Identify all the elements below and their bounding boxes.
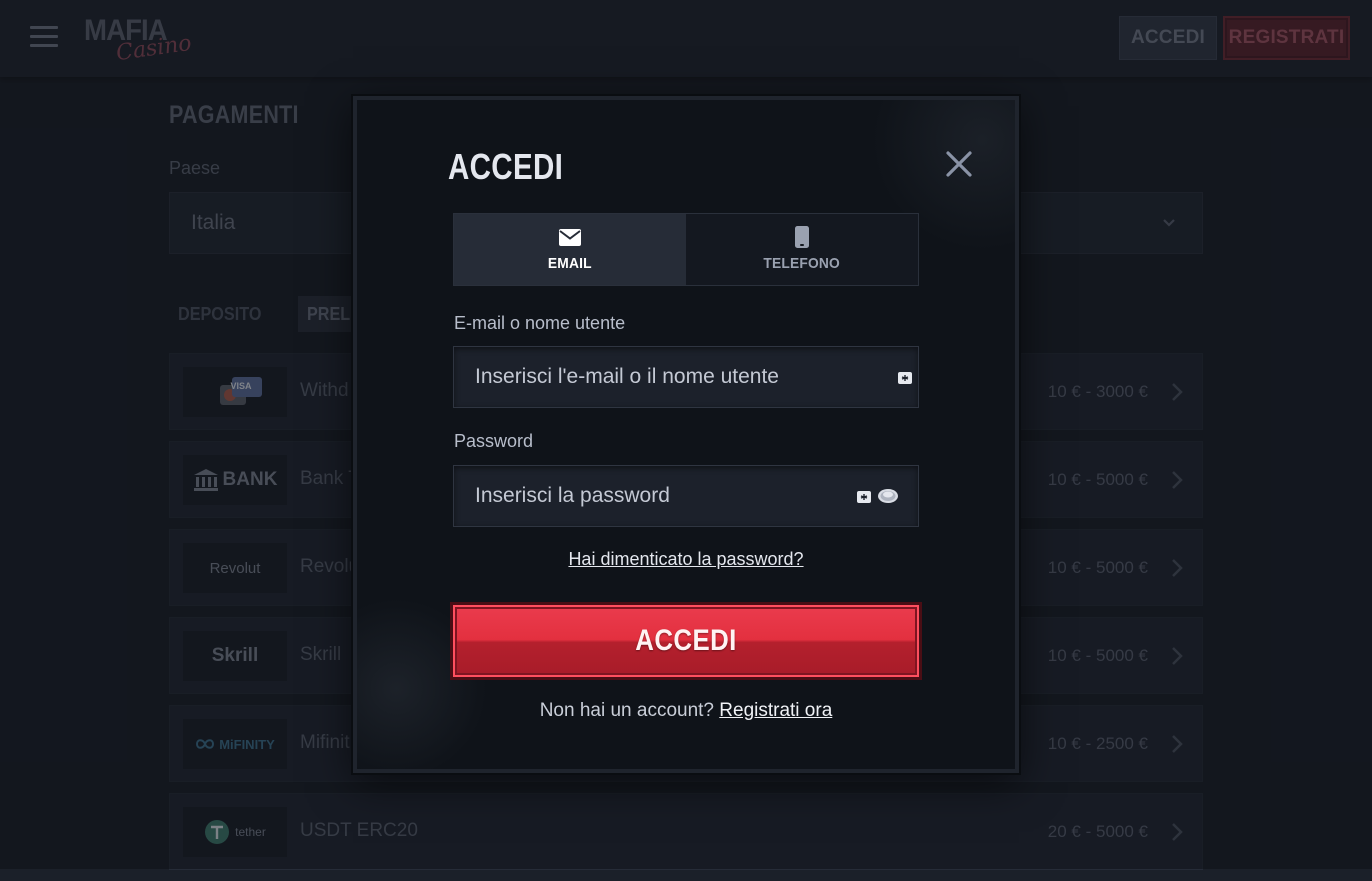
autofill-icon[interactable] [856, 489, 872, 505]
forgot-password-link[interactable]: Hai dimenticato la password? [453, 549, 919, 570]
login-submit-label: ACCEDI [635, 624, 737, 657]
tab-phone[interactable]: TELEFONO [686, 214, 918, 285]
close-icon[interactable] [942, 147, 976, 181]
login-submit-button[interactable]: ACCEDI [453, 605, 919, 677]
tab-email-label: EMAIL [548, 255, 592, 272]
envelope-icon [559, 228, 581, 246]
password-input[interactable] [454, 466, 918, 526]
password-label: Password [454, 431, 534, 451]
phone-icon [795, 226, 809, 248]
eye-icon[interactable] [877, 488, 899, 504]
modal-title: ACCEDI [448, 146, 564, 187]
tab-email[interactable]: EMAIL [454, 214, 686, 285]
login-mode-tabs: EMAIL TELEFONO [453, 213, 919, 286]
signup-link[interactable]: Registrati ora [719, 700, 832, 721]
email-label: E-mail o nome utente [454, 313, 626, 333]
password-field-wrapper [453, 465, 919, 527]
email-input[interactable] [454, 347, 918, 407]
autofill-icon[interactable] [897, 370, 913, 386]
login-modal: ACCEDI EMAIL TELEFONO E-mail o nome uten… [353, 96, 1019, 773]
signup-prompt-text: Non hai un account? [539, 700, 714, 721]
tab-phone-label: TELEFONO [763, 255, 841, 272]
email-field-wrapper [453, 346, 919, 408]
signup-prompt: Non hai un account? Registrati ora [453, 700, 919, 722]
